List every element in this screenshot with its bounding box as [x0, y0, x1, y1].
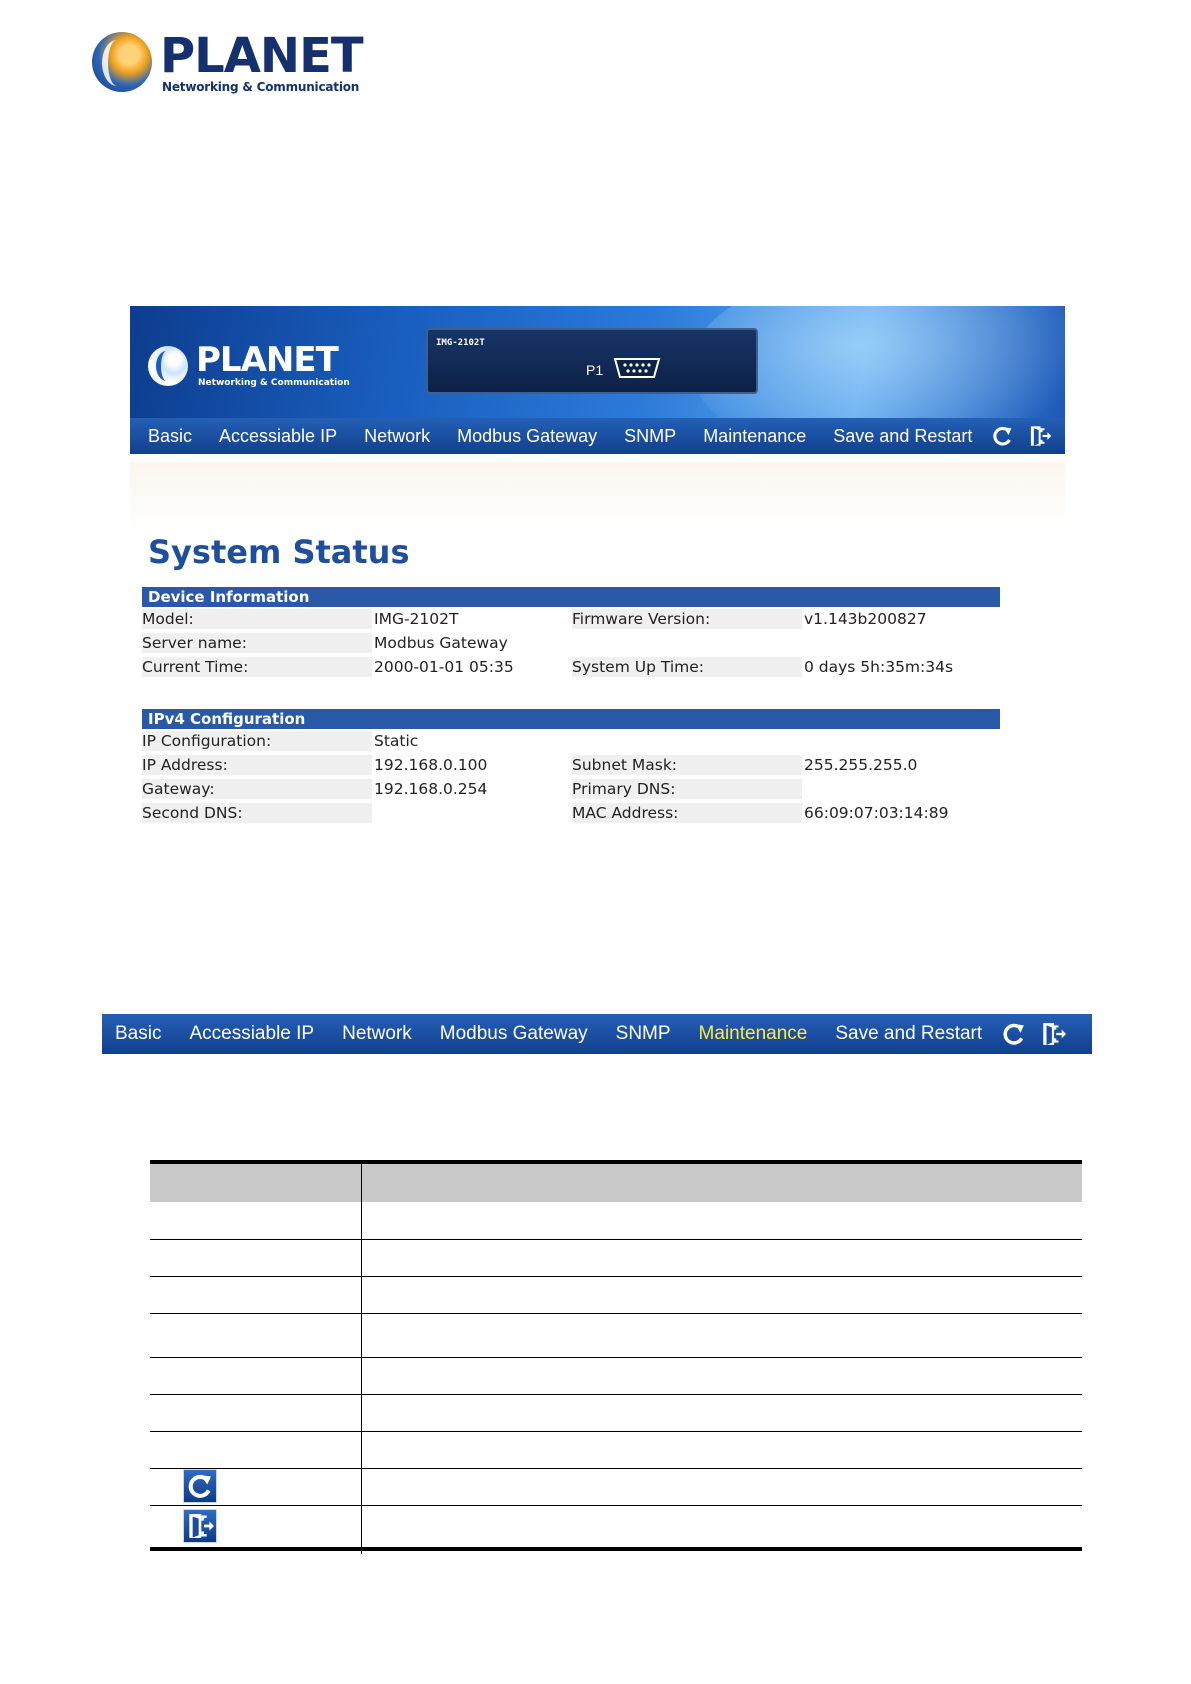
top-nav-bar: Basic Accessiable IP Network Modbus Gate… [130, 418, 1065, 454]
table-row [150, 1357, 1082, 1395]
table-row [150, 1394, 1082, 1432]
refresh-icon[interactable] [1002, 1022, 1026, 1046]
content-header-strip [130, 462, 1065, 532]
refresh-icon[interactable] [992, 425, 1013, 447]
logout-icon [183, 1509, 217, 1543]
nav-snmp[interactable]: SNMP [624, 426, 676, 447]
table-header [150, 1164, 1082, 1202]
status-row: Current Time: 2000-01-01 05:35 System Up… [142, 656, 1000, 678]
model-value: IMG-2102T [374, 610, 459, 628]
subnet-mask-value: 255.255.255.0 [804, 756, 918, 774]
page-title: System Status [148, 533, 410, 571]
logout-icon[interactable] [1028, 424, 1051, 448]
ip-address-value: 192.168.0.100 [374, 756, 488, 774]
ip-address-label: IP Address: [142, 755, 372, 775]
table-row [150, 1431, 1082, 1469]
refresh-icon [183, 1469, 217, 1503]
banner-logo-tagline: Networking & Communication [198, 378, 350, 388]
web-ui-banner: PLANET Networking & Communication IMG-21… [130, 306, 1065, 418]
uptime-value: 0 days 5h:35m:34s [804, 658, 954, 676]
table-row [150, 1276, 1082, 1314]
uptime-label: System Up Time: [572, 657, 802, 677]
gateway-value: 192.168.0.254 [374, 780, 488, 798]
status-row: Gateway: 192.168.0.254 Primary DNS: [142, 778, 1000, 800]
nav-save-and-restart[interactable]: Save and Restart [835, 1023, 982, 1045]
banner-logo-wordmark: PLANET [196, 340, 339, 380]
server-name-label: Server name: [142, 633, 372, 653]
nav-accessiable-ip[interactable]: Accessiable IP [219, 426, 337, 447]
globe-icon [92, 32, 152, 92]
table-row [150, 1239, 1082, 1277]
firmware-value: v1.143b200827 [804, 610, 927, 628]
primary-dns-label: Primary DNS: [572, 779, 802, 799]
table-row [150, 1202, 1082, 1240]
nav-maintenance[interactable]: Maintenance [699, 1023, 808, 1045]
nav-modbus-gateway[interactable]: Modbus Gateway [457, 426, 597, 447]
device-information-header: Device Information [142, 587, 1000, 607]
nav-accessiable-ip[interactable]: Accessiable IP [189, 1023, 314, 1045]
device-model-label: IMG-2102T [436, 338, 485, 348]
banner-logo: PLANET Networking & Communication [148, 340, 350, 390]
status-row: Model: IMG-2102T Firmware Version: v1.14… [142, 608, 1000, 630]
ip-configuration-value: Static [374, 732, 419, 750]
ipv4-configuration-header: IPv4 Configuration [142, 709, 1000, 729]
planet-logo: PLANET Networking & Communication [92, 28, 364, 98]
nav-modbus-gateway[interactable]: Modbus Gateway [440, 1023, 588, 1045]
table-row [150, 1505, 1082, 1547]
nav-network[interactable]: Network [342, 1023, 412, 1045]
second-dns-label: Second DNS: [142, 803, 372, 823]
firmware-label: Firmware Version: [572, 609, 802, 629]
status-row: Second DNS: MAC Address: 66:09:07:03:14:… [142, 802, 1000, 824]
nav-maintenance[interactable]: Maintenance [703, 426, 806, 447]
globe-icon [148, 346, 188, 386]
current-time-value: 2000-01-01 05:35 [374, 658, 514, 676]
ip-configuration-label: IP Configuration: [142, 731, 372, 751]
nav-snmp[interactable]: SNMP [616, 1023, 671, 1045]
device-panel: IMG-2102T P1 [426, 328, 758, 394]
logo-wordmark: PLANET [160, 28, 364, 84]
serial-port-icon[interactable] [612, 356, 662, 380]
nav-save-and-restart[interactable]: Save and Restart [833, 426, 972, 447]
nav-network[interactable]: Network [364, 426, 430, 447]
mac-address-value: 66:09:07:03:14:89 [804, 804, 949, 822]
table-row [150, 1313, 1082, 1358]
subnet-mask-label: Subnet Mask: [572, 755, 802, 775]
status-row: IP Address: 192.168.0.100 Subnet Mask: 2… [142, 754, 1000, 776]
logout-icon[interactable] [1040, 1021, 1067, 1047]
mac-address-label: MAC Address: [572, 803, 802, 823]
bottom-nav-bar: Basic Accessiable IP Network Modbus Gate… [102, 1014, 1092, 1054]
model-label: Model: [142, 609, 372, 629]
current-time-label: Current Time: [142, 657, 372, 677]
nav-basic[interactable]: Basic [115, 1023, 161, 1045]
table-row [150, 1468, 1082, 1506]
nav-basic[interactable]: Basic [148, 426, 192, 447]
server-name-value: Modbus Gateway [374, 634, 508, 652]
status-row: IP Configuration: Static [142, 730, 1000, 752]
port-label[interactable]: P1 [586, 362, 603, 378]
gateway-label: Gateway: [142, 779, 372, 799]
status-row: Server name: Modbus Gateway [142, 632, 1000, 654]
logo-tagline: Networking & Communication [162, 80, 360, 94]
